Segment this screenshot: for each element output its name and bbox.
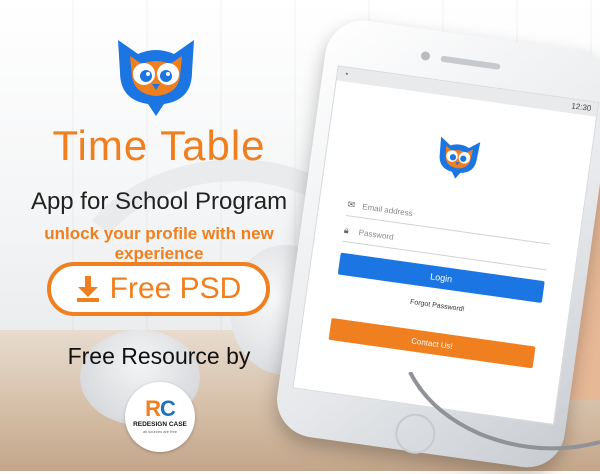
owl-logo-icon [439, 136, 481, 179]
app-subtitle: App for School Program [30, 188, 288, 215]
logo-mark: RC [145, 396, 176, 421]
headphone-cable [408, 372, 600, 451]
lock-icon: 🔒︎ [343, 224, 350, 235]
logo-slogan: all sources are free [142, 429, 177, 434]
wifi-icon: ◔ [343, 69, 350, 79]
password-placeholder: Password [358, 227, 395, 242]
free-psd-label: Free PSD [109, 272, 242, 305]
redesign-case-logo[interactable]: RC REDESIGN CASE all sources are free [125, 382, 195, 452]
download-icon [76, 276, 99, 302]
status-time: 12:30 [570, 101, 592, 113]
mail-icon: ✉ [346, 198, 356, 210]
free-psd-button[interactable]: Free PSD [47, 262, 270, 316]
phone-screen: ◔ 12:30 ✉ Email address 🔒︎ Password Logi… [292, 65, 600, 425]
contact-us-button[interactable]: Contact Us! [328, 317, 536, 369]
app-tagline: unlock your profile with new experience [44, 224, 274, 263]
app-title: Time Table [52, 122, 266, 169]
free-resource-label: Free Resource by [67, 343, 251, 369]
owl-logo-icon [118, 40, 194, 116]
logo-name: REDESIGN CASE [133, 421, 187, 428]
email-placeholder: Email address [361, 201, 414, 218]
